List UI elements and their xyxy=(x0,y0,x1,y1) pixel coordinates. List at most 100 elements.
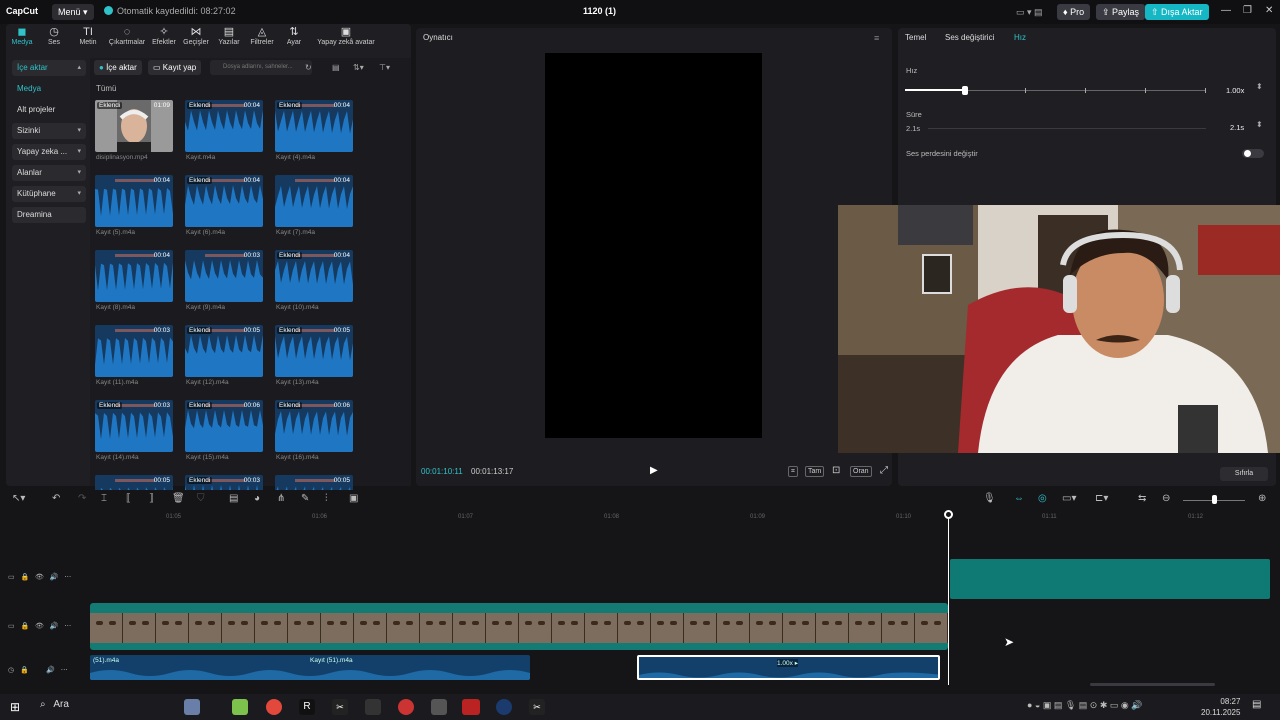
zoom-slider-knob[interactable] xyxy=(1212,495,1217,504)
speed-slider-knob[interactable] xyxy=(962,86,968,95)
steam-icon[interactable] xyxy=(496,699,512,715)
magic-tool-icon[interactable]: ✎ xyxy=(301,493,309,504)
audio-track-controls[interactable]: ◷ 🔒 🔊 ⋯ xyxy=(8,666,68,674)
tab-basic[interactable]: Temel xyxy=(905,33,926,42)
selected-audio-clip[interactable]: 1.00x ▸ xyxy=(637,655,940,680)
tab-filters[interactable]: ◬ Filtreler xyxy=(244,26,280,46)
sidenav-yours[interactable]: Sizinki ▾ xyxy=(12,123,86,139)
redo-icon[interactable]: ↷ xyxy=(78,493,86,504)
capcut-icon[interactable]: ✂ xyxy=(332,699,348,715)
sort-icon[interactable]: ⇅▾ xyxy=(348,60,369,75)
playhead[interactable] xyxy=(948,515,949,685)
media-item[interactable]: 00:03 Kayıt (11).m4a xyxy=(95,325,173,389)
speed-value[interactable]: 1.00x xyxy=(1226,86,1244,95)
notification-icon[interactable]: ▤ xyxy=(1252,699,1261,710)
refresh-icon[interactable]: ↻ xyxy=(300,60,317,75)
pro-button[interactable]: ♦ Pro xyxy=(1057,4,1091,20)
sidenav-ai[interactable]: Yapay zeka ... ▾ xyxy=(12,144,86,160)
overlay-clip[interactable] xyxy=(950,559,1270,599)
fit-icon[interactable]: ⇆ xyxy=(1138,493,1146,504)
video-clip[interactable] xyxy=(90,603,948,650)
adjust-tool-icon[interactable]: ⋔ xyxy=(277,493,285,504)
sidenav-spaces[interactable]: Alanlar ▾ xyxy=(12,165,86,181)
capcut-active-icon[interactable]: ✂ xyxy=(529,699,545,715)
export-button[interactable]: ⇧ Dışa Aktar xyxy=(1145,4,1209,20)
tab-transitions[interactable]: ⋈ Geçişler xyxy=(178,26,214,46)
play-icon[interactable]: ▶ xyxy=(650,465,658,476)
zoom-out-icon[interactable]: ⊖ xyxy=(1162,493,1170,504)
duration-slider-track[interactable] xyxy=(928,128,1206,129)
widget-icon[interactable] xyxy=(184,699,200,715)
system-tray-icons[interactable]: ● ◒ ▣ ▤ 🎙 ▤ ⊙ ✱ ▭ ◉ 🔊 xyxy=(1027,700,1142,711)
tab-audio[interactable]: ◷ Ses xyxy=(36,26,72,46)
media-item[interactable]: Eklendi 00:04 Kayıt.m4a xyxy=(185,100,263,164)
taskbar-search[interactable]: ⌕ Ara xyxy=(40,699,69,710)
caption-tool-icon[interactable]: ▤ xyxy=(229,493,238,504)
pitch-toggle[interactable] xyxy=(1242,149,1264,158)
ratio-button[interactable]: Oran xyxy=(850,466,872,477)
snapshot-icon[interactable]: ⊡ xyxy=(830,466,842,476)
comment-icon[interactable]: ▣ xyxy=(349,493,358,504)
tab-ai-avatar[interactable]: ▣ Yapay zekâ avatar xyxy=(312,26,380,46)
sidenav-media[interactable]: Medya xyxy=(12,81,86,97)
filter-dropdown-icon[interactable]: ⊤▾ xyxy=(374,60,395,75)
audio-clip[interactable]: (51).m4a Kayıt (51).m4a xyxy=(90,655,530,680)
tab-adjust[interactable]: ⇅ Ayar xyxy=(276,26,312,46)
obs-icon[interactable] xyxy=(398,699,414,715)
sidenav-dreamina[interactable]: Dreamina xyxy=(12,207,86,223)
align-icon[interactable]: ⊏▾ xyxy=(1095,493,1108,504)
chrome-icon[interactable] xyxy=(266,699,282,715)
media-item[interactable]: 00:04 Kayıt (8).m4a xyxy=(95,250,173,314)
minimize-icon[interactable]: — xyxy=(1221,5,1231,16)
all-filter-label[interactable]: Tümü xyxy=(96,84,116,93)
shield-icon[interactable]: ⛉ xyxy=(197,493,205,504)
sidenav-library[interactable]: Kütüphane ▾ xyxy=(12,186,86,202)
overlay-track-controls[interactable]: ▭ 🔒 👁 🔊 ⋯ xyxy=(8,573,71,581)
tab-captions[interactable]: ▤ Yazılar xyxy=(211,26,247,46)
color-tool-icon[interactable]: ◕ xyxy=(254,493,260,504)
media-item[interactable]: Eklendi 00:06 Kayıt (16).m4a xyxy=(275,400,353,464)
duration-stepper-icon[interactable]: ⬍ xyxy=(1256,120,1263,129)
preview-axis-icon[interactable]: ▭▾ xyxy=(1062,493,1076,504)
voicemeeter-icon[interactable] xyxy=(462,699,480,715)
media-item[interactable]: Eklendi 00:04 Kayıt (10).m4a xyxy=(275,250,353,314)
share-button[interactable]: ⇪ Paylaş xyxy=(1096,4,1146,20)
audio-split-icon[interactable]: ⫶ xyxy=(325,493,328,504)
split-icon[interactable]: ⌶ xyxy=(101,493,107,504)
mouse-app-icon[interactable] xyxy=(365,699,381,715)
media-item[interactable]: Eklendi 00:05 Kayıt (12).m4a xyxy=(185,325,263,389)
import-button[interactable]: ● İçe aktar xyxy=(94,60,142,75)
file-explorer-icon[interactable] xyxy=(232,699,248,715)
split-left-icon[interactable]: ⟦ xyxy=(126,493,131,504)
playhead-handle[interactable] xyxy=(944,510,953,519)
main-track-controls[interactable]: ▭ 🔒 👁 🔊 ⋯ xyxy=(8,622,71,630)
split-right-icon[interactable]: ⟧ xyxy=(149,493,154,504)
crop-icon[interactable]: ⌗ xyxy=(788,466,798,477)
close-icon[interactable]: ✕ xyxy=(1265,5,1273,16)
zoom-in-icon[interactable]: ⊕ xyxy=(1258,493,1266,504)
preview-canvas[interactable] xyxy=(545,53,762,438)
media-item[interactable]: Eklendi 00:04 Kayıt (4).m4a xyxy=(275,100,353,164)
maximize-icon[interactable]: ❐ xyxy=(1243,5,1252,16)
magnet-icon[interactable]: ◎ xyxy=(1038,493,1047,504)
media-item[interactable]: Eklendi 01:09 disiplinasyon.mp4 xyxy=(95,100,173,164)
tab-effects[interactable]: ✧ Efektler xyxy=(146,26,182,46)
undo-icon[interactable]: ↶ xyxy=(52,493,60,504)
system-clock[interactable]: 08:27 20.11.2025 xyxy=(1201,696,1240,718)
tab-media[interactable]: ◼ Medya xyxy=(4,26,40,46)
project-title[interactable]: 1120 (1) xyxy=(583,6,616,16)
tab-stickers[interactable]: ◌ Çıkartmalar xyxy=(107,26,147,46)
media-item[interactable]: Eklendi 00:05 Kayıt (13).m4a xyxy=(275,325,353,389)
timeline-scrollbar[interactable] xyxy=(1090,683,1215,686)
menu-button[interactable]: Menü ▾ xyxy=(52,4,94,20)
reset-button[interactable]: Sıfırla xyxy=(1220,467,1268,481)
duration-value[interactable]: 2.1s xyxy=(1230,123,1244,132)
media-item[interactable]: Eklendi 00:06 Kayıt (15).m4a xyxy=(185,400,263,464)
sidenav-subprojects[interactable]: Alt projeler xyxy=(12,102,86,118)
record-button[interactable]: ▭ Kayıt yap xyxy=(148,60,202,75)
tab-text[interactable]: TI Metin xyxy=(70,26,106,46)
view-toggle-icon[interactable]: ▤ xyxy=(327,60,345,75)
media-item[interactable]: 00:04 Kayıt (5).m4a xyxy=(95,175,173,239)
microphone-app-icon[interactable] xyxy=(431,699,447,715)
timeline-ruler[interactable]: 01:05 01:06 01:07 01:08 01:09 01:10 01:1… xyxy=(90,510,1280,524)
